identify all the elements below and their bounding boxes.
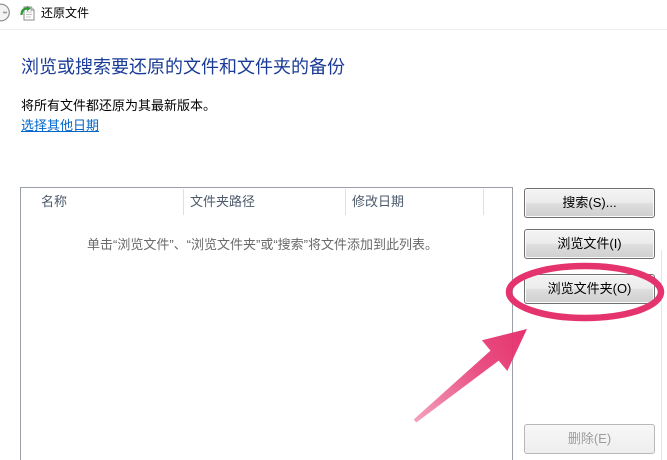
column-header-date-modified[interactable]: 修改日期 bbox=[352, 188, 404, 215]
remove-button[interactable]: 删除(E) bbox=[524, 424, 655, 454]
column-divider[interactable] bbox=[345, 189, 346, 215]
browse-folders-button[interactable]: 浏览文件夹(O) bbox=[524, 274, 655, 304]
restore-files-icon bbox=[20, 5, 35, 21]
back-button[interactable] bbox=[0, 3, 11, 22]
browse-files-button[interactable]: 浏览文件(I) bbox=[524, 229, 655, 259]
file-list-header: 名称 文件夹路径 修改日期 bbox=[21, 188, 512, 215]
file-list[interactable]: 名称 文件夹路径 修改日期 单击“浏览文件”、“浏览文件夹”或“搜索”将文件添加… bbox=[20, 187, 513, 460]
title-bar: 还原文件 bbox=[0, 0, 667, 30]
empty-list-message: 单击“浏览文件”、“浏览文件夹”或“搜索”将文件添加到此列表。 bbox=[87, 237, 438, 252]
column-header-name[interactable]: 名称 bbox=[41, 188, 67, 215]
restore-description: 将所有文件都还原为其最新版本。 bbox=[21, 98, 217, 113]
column-divider[interactable] bbox=[183, 189, 184, 215]
back-arrow-icon bbox=[0, 3, 10, 22]
search-button[interactable]: 搜索(S)... bbox=[524, 188, 655, 218]
window-title: 还原文件 bbox=[41, 6, 90, 20]
column-header-folder-path[interactable]: 文件夹路径 bbox=[190, 188, 255, 215]
window-edge bbox=[661, 250, 662, 460]
main-instruction: 浏览或搜索要还原的文件和文件夹的备份 bbox=[21, 57, 345, 77]
column-divider[interactable] bbox=[483, 189, 484, 215]
choose-other-date-link[interactable]: 选择其他日期 bbox=[21, 118, 99, 134]
